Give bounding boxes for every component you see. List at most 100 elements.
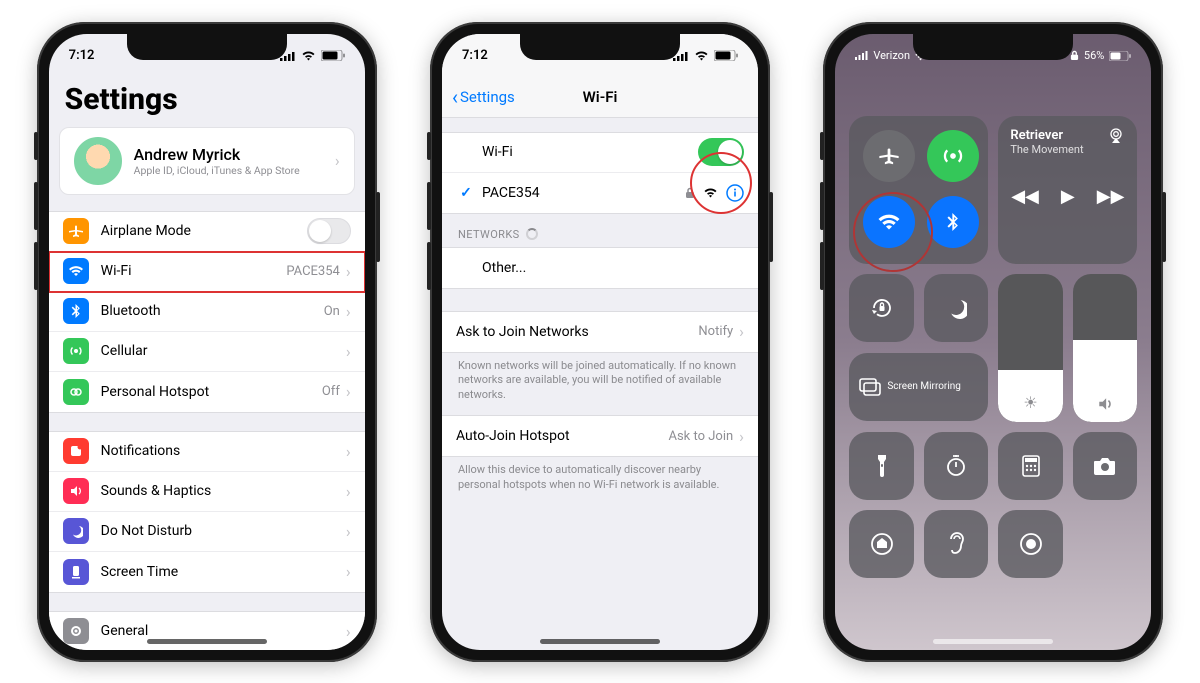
camera-icon [1093, 456, 1117, 476]
ask-to-join-row[interactable]: Ask to Join Networks Notify › [442, 312, 758, 352]
row-bluetooth[interactable]: Bluetooth On › [49, 292, 365, 332]
chevron-icon: › [346, 482, 351, 501]
back-button[interactable]: ‹Settings [452, 85, 515, 109]
notifications-icon [63, 438, 89, 464]
row-label: Ask to Join Networks [456, 324, 698, 340]
chevron-icon: › [346, 262, 351, 281]
row-value: Notify [698, 324, 733, 339]
dnd-tile[interactable] [924, 274, 989, 342]
lock-rotation-icon [870, 296, 894, 320]
hearing-tile[interactable] [924, 510, 989, 578]
row-hotspot[interactable]: Personal Hotspot Off › [49, 372, 365, 412]
brightness-slider[interactable]: ☀ [998, 274, 1063, 422]
row-airplane[interactable]: Airplane Mode [49, 212, 365, 252]
airplane-toggle[interactable] [863, 130, 915, 182]
row-wifi[interactable]: Wi-Fi PACE354 › [49, 252, 365, 292]
play-icon[interactable]: ▶ [1061, 186, 1075, 207]
control-center-grid: Retriever The Movement ◀◀ ▶ ▶▶ ☀ [835, 108, 1151, 578]
chevron-icon: › [346, 442, 351, 461]
timer-tile[interactable] [924, 432, 989, 500]
screen-mirroring-tile[interactable]: Screen Mirroring [849, 353, 988, 421]
chevron-icon: › [346, 522, 351, 541]
row-label: Bluetooth [101, 303, 324, 319]
row-dnd[interactable]: Do Not Disturb › [49, 512, 365, 552]
cellular-toggle[interactable] [927, 130, 979, 182]
auto-join-hotspot-row[interactable]: Auto-Join Hotspot Ask to Join › [442, 416, 758, 456]
timer-icon [944, 454, 968, 478]
flashlight-tile[interactable] [849, 432, 914, 500]
row-sounds[interactable]: Sounds & Haptics › [49, 472, 365, 512]
other-network-row[interactable]: Other... [442, 248, 758, 288]
row-label: Screen Time [101, 564, 346, 580]
back-label: Settings [460, 88, 515, 106]
row-screentime[interactable]: Screen Time › [49, 552, 365, 592]
airplay-icon[interactable] [1107, 128, 1125, 144]
phone-control-center: Verizon 56% [823, 22, 1163, 662]
row-value: Off [322, 384, 340, 399]
record-icon [1019, 532, 1043, 556]
screen-record-tile[interactable] [998, 510, 1063, 578]
row-cellular[interactable]: Cellular › [49, 332, 365, 372]
dnd-icon [63, 518, 89, 544]
chevron-icon: › [346, 302, 351, 321]
airplane-icon [63, 218, 89, 244]
ask-join-footer: Known networks will be joined automatica… [442, 353, 758, 416]
row-general[interactable]: General › [49, 612, 365, 650]
media-title: Retriever [1010, 128, 1083, 143]
battery-icon [321, 50, 345, 61]
profile-sub: Apple ID, iCloud, iTunes & App Store [134, 164, 335, 177]
row-label: Other... [482, 260, 744, 276]
chevron-icon: › [739, 427, 744, 446]
battery-percent: 56% [1084, 49, 1104, 62]
prev-track-icon[interactable]: ◀◀ [1011, 186, 1039, 207]
phone-wifi-settings: 7:12 ‹Settings Wi-Fi Wi-Fi ✓ PACE354 [430, 22, 770, 662]
orientation-lock-tile[interactable] [849, 274, 914, 342]
page-title: Settings [49, 78, 365, 127]
volume-slider[interactable] [1073, 274, 1138, 422]
general-icon [63, 618, 89, 644]
checkmark-icon: ✓ [456, 185, 476, 201]
battery-icon [714, 50, 738, 61]
brightness-icon: ☀ [1023, 393, 1037, 412]
chevron-icon: › [346, 562, 351, 581]
chevron-icon: › [346, 622, 351, 641]
wifi-status-icon [694, 50, 709, 61]
loading-spinner [526, 228, 538, 240]
chevron-icon: › [739, 322, 744, 341]
screentime-icon [63, 559, 89, 585]
camera-tile[interactable] [1073, 432, 1138, 500]
auto-hotspot-footer: Allow this device to automatically disco… [442, 457, 758, 505]
calculator-icon [1022, 455, 1040, 477]
media-artist: The Movement [1010, 143, 1083, 156]
media-tile[interactable]: Retriever The Movement ◀◀ ▶ ▶▶ [998, 116, 1137, 264]
row-label: Sounds & Haptics [101, 483, 346, 499]
bluetooth-icon [63, 298, 89, 324]
screen-mirror-label: Screen Mirroring [887, 381, 961, 392]
signal-icon [855, 51, 869, 60]
airplane-toggle[interactable] [307, 218, 351, 244]
row-notifications[interactable]: Notifications › [49, 432, 365, 472]
profile-row[interactable]: Andrew Myrick Apple ID, iCloud, iTunes &… [60, 128, 354, 194]
volume-icon [1096, 396, 1114, 412]
nav-bar: ‹Settings Wi-Fi [442, 78, 758, 118]
row-value: On [324, 304, 340, 319]
networks-header: Networks [442, 214, 758, 247]
home-icon [870, 532, 894, 556]
row-label: Airplane Mode [101, 223, 307, 239]
network-name: PACE354 [482, 185, 685, 201]
bluetooth-toggle[interactable] [927, 196, 979, 248]
status-time: 7:12 [462, 48, 488, 63]
nav-title: Wi-Fi [583, 88, 618, 106]
wifi-icon [63, 258, 89, 284]
row-value: Ask to Join [668, 429, 733, 444]
calculator-tile[interactable] [998, 432, 1063, 500]
status-time: 7:12 [69, 48, 95, 63]
avatar [74, 137, 122, 185]
next-track-icon[interactable]: ▶▶ [1097, 186, 1125, 207]
wifi-status-icon [301, 50, 316, 61]
home-tile[interactable] [849, 510, 914, 578]
row-value: PACE354 [286, 264, 340, 279]
row-label: General [101, 623, 346, 639]
profile-name: Andrew Myrick [134, 145, 335, 164]
row-label: Cellular [101, 343, 346, 359]
